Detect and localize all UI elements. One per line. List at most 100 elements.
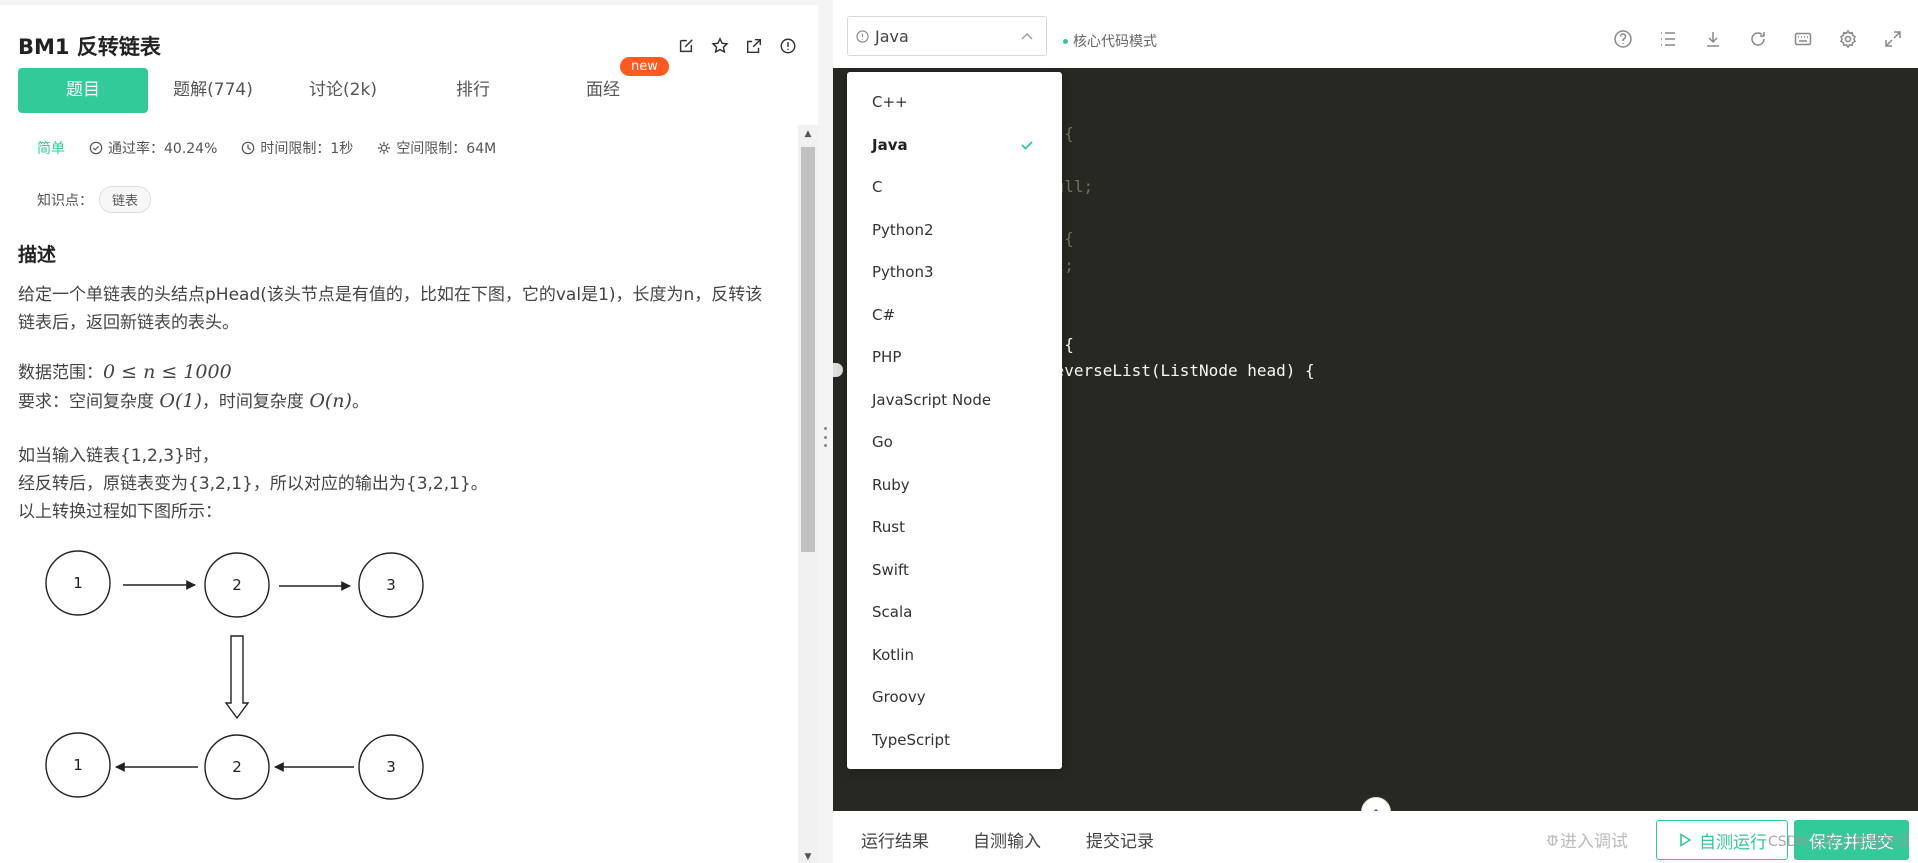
language-option[interactable]: Swift [847, 549, 1062, 592]
download-icon[interactable] [1701, 27, 1724, 50]
mode-dot-icon [1063, 38, 1068, 44]
pass-rate: 通过率：40.24% [89, 138, 217, 158]
language-option[interactable]: PHP [847, 336, 1062, 379]
refresh-icon[interactable] [1746, 27, 1769, 50]
scrollbar-thumb[interactable] [801, 147, 815, 552]
example: 如当输入链表{1,2,3}时， 经反转后，原链表变为{3,2,1}，所以对应的输… [18, 442, 788, 526]
language-option-label: Scala [872, 603, 913, 621]
language-option-label: Swift [872, 560, 909, 579]
check-icon [1021, 140, 1033, 150]
req-time: O(n) [309, 390, 352, 412]
clock-icon [242, 141, 255, 155]
node-label: 1 [73, 574, 83, 592]
toolbar-icons [1611, 27, 1904, 50]
chevron-up-icon [1021, 33, 1033, 40]
language-option[interactable]: Python2 [847, 209, 1062, 252]
play-icon [1680, 833, 1692, 847]
problem-content: 简单 通过率：40.24% 时间限制：1秒 空间限制：64M 知识点： 链表 描… [0, 115, 800, 863]
scroll-up-arrow[interactable]: ▲ [801, 127, 815, 141]
info-icon [856, 29, 869, 43]
share-icon[interactable] [743, 35, 764, 56]
knowledge-tag[interactable]: 链表 [99, 186, 152, 213]
mode-label[interactable]: 核心代码模式 [1063, 31, 1157, 51]
keyboard-icon[interactable] [1791, 27, 1814, 50]
req-mid: ，时间复杂度 [201, 392, 304, 412]
language-option[interactable]: Python3 [847, 251, 1062, 294]
language-option-label: Ruby [872, 475, 910, 494]
tab-custom-input[interactable]: 自测输入 [973, 827, 1041, 852]
drag-handle-icon[interactable] [824, 427, 827, 447]
example-line: 如当输入链表{1,2,3}时， [18, 446, 219, 466]
language-option-label: TypeScript [872, 730, 950, 749]
title-actions [675, 35, 798, 56]
problem-tabs: 题目 题解(774) 讨论(2k) 排行 面经 [18, 68, 818, 113]
language-option[interactable]: Rust [847, 506, 1062, 549]
knowledge-label: 知识点： [37, 192, 93, 209]
run-label: 自测运行 [1699, 832, 1767, 853]
language-option[interactable]: Ruby [847, 464, 1062, 507]
fullscreen-icon[interactable] [1881, 27, 1904, 50]
description-line: 链表后，返回新链表的表头。 [18, 313, 239, 333]
report-icon[interactable] [777, 35, 798, 56]
language-dropdown: C++ Java C Python2 Python3 C# PHP JavaScript No… [847, 72, 1062, 769]
chip-icon [378, 141, 391, 155]
language-option[interactable]: Java [847, 124, 1062, 167]
tab-discussion[interactable]: 讨论(2k) [278, 68, 408, 113]
node-label: 1 [73, 756, 83, 774]
language-option[interactable]: Go [847, 421, 1062, 464]
debug-label: 进入调试 [1560, 832, 1628, 852]
language-option[interactable]: C++ [847, 81, 1062, 124]
language-option[interactable]: C [847, 166, 1062, 209]
language-option[interactable]: Groovy [847, 676, 1062, 719]
language-option-label: Groovy [872, 688, 926, 706]
language-option-label: C [872, 178, 883, 196]
requirement-line: 要求：空间复杂度 O(1)，时间复杂度 O(n)。 [18, 387, 788, 416]
language-option[interactable]: JavaScript Node [847, 379, 1062, 422]
tab-submissions[interactable]: 提交记录 [1086, 827, 1154, 852]
example-line: 经反转后，原链表变为{3,2,1}，所以对应的输出为{3,2,1}。 [18, 474, 488, 494]
language-option-label: Kotlin [872, 645, 914, 664]
tab-run-results[interactable]: 运行结果 [861, 827, 929, 852]
linked-list-diagram: 1 2 3 1 2 3 [45, 550, 424, 800]
time-limit-text: 时间限制：1秒 [260, 141, 354, 157]
tab-ranking[interactable]: 排行 [408, 68, 538, 113]
problem-panel: BM1 反转链表 题目 题解(774) 讨论(2k) 排行 面经 new 简单 [0, 5, 818, 863]
settings-icon[interactable] [1836, 27, 1859, 50]
check-circle-icon [89, 141, 103, 155]
tab-problem[interactable]: 题目 [18, 68, 148, 113]
scroll-down-arrow[interactable]: ▼ [801, 850, 815, 863]
new-badge: new [620, 57, 669, 76]
range-line: 数据范围：0 ≤ n ≤ 1000 [18, 358, 788, 387]
language-option[interactable]: Scala [847, 591, 1062, 634]
description-heading: 描述 [18, 244, 57, 266]
node-label: 2 [232, 576, 242, 594]
language-option[interactable]: Kotlin [847, 634, 1062, 677]
edit-icon[interactable] [675, 35, 696, 56]
language-select[interactable]: Java [847, 16, 1047, 56]
star-icon[interactable] [709, 35, 730, 56]
node-label: 3 [386, 576, 396, 594]
list-icon[interactable] [1656, 27, 1679, 50]
debug-button[interactable]: 进入调试 [1545, 827, 1628, 852]
language-option[interactable]: TypeScript [847, 719, 1062, 762]
help-icon[interactable] [1611, 27, 1634, 50]
description-text: 给定一个单链表的头结点pHead(该头节点是有值的，比如在下图，它的val是1)… [18, 281, 788, 337]
knowledge-row: 知识点： 链表 [37, 186, 152, 213]
language-option-label: JavaScript Node [872, 390, 992, 409]
constraints: 数据范围：0 ≤ n ≤ 1000 要求：空间复杂度 O(1)，时间复杂度 O(… [18, 358, 788, 416]
language-select-value: Java [875, 26, 909, 46]
title-row: BM1 反转链表 [18, 29, 798, 65]
space-limit: 空间限制：64M [377, 138, 496, 158]
range-math: 0 ≤ n ≤ 1000 [103, 361, 232, 383]
difficulty-label: 简单 [37, 141, 65, 157]
space-limit-text: 空间限制：64M [396, 141, 497, 157]
language-option[interactable]: C# [847, 294, 1062, 337]
example-line: 以上转换过程如下图所示： [18, 502, 222, 522]
bottom-bar: 运行结果 自测输入 提交记录 进入调试 自测运行 保存并提交 CSDN @秋刀鱼… [833, 811, 1918, 863]
tab-solutions[interactable]: 题解(774) [148, 68, 278, 113]
language-option-label: Python2 [872, 220, 934, 239]
watermark: CSDN @秋刀鱼程序员 [1768, 834, 1911, 850]
range-label: 数据范围： [18, 363, 103, 383]
mode-label-text: 核心代码模式 [1073, 34, 1157, 50]
bug-icon [1546, 835, 1559, 846]
